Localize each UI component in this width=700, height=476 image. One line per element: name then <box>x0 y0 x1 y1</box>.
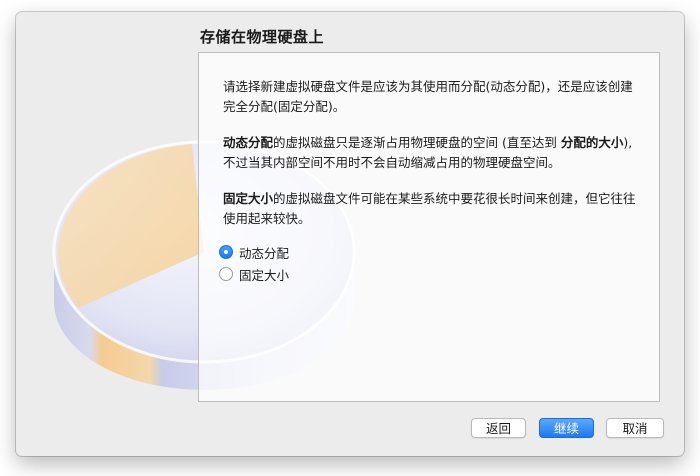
intro-text: 请选择新建虚拟硬盘文件是应该为其使用而分配(动态分配)，还是应该创建完全分配(固… <box>223 79 633 114</box>
dynamic-description: 动态分配的虚拟磁盘只是逐渐占用物理硬盘的空间 (直至达到 分配的大小), 不过当… <box>223 133 643 173</box>
dynamic-term: 动态分配 <box>223 135 274 150</box>
cancel-button[interactable]: 取消 <box>606 418 664 438</box>
allocated-size-term: 分配的大小 <box>560 135 624 150</box>
radio-fixed[interactable]: 固定大小 <box>219 265 289 283</box>
fixed-text: 的虚拟磁盘文件可能在某些系统中要花很长时间来创建，但它往往使用起来较快。 <box>223 191 636 226</box>
radio-selected-icon[interactable] <box>219 245 233 259</box>
radio-unselected-icon[interactable] <box>219 267 233 281</box>
continue-button[interactable]: 继续 <box>539 418 594 438</box>
back-button[interactable]: 返回 <box>471 418 526 438</box>
radio-dynamic-label[interactable]: 动态分配 <box>239 243 289 262</box>
dialog-window: 存储在物理硬盘上 请选择新建虚拟硬盘文件是应该为其使用而分配(动态分配)，还是应… <box>16 12 684 456</box>
fixed-term: 固定大小 <box>223 191 274 206</box>
radio-dynamic[interactable]: 动态分配 <box>219 243 289 261</box>
content-panel: 请选择新建虚拟硬盘文件是应该为其使用而分配(动态分配)，还是应该创建完全分配(固… <box>198 52 660 402</box>
dynamic-text-a: 的虚拟磁盘只是逐渐占用物理硬盘的空间 (直至达到 <box>273 135 561 150</box>
fixed-description: 固定大小的虚拟磁盘文件可能在某些系统中要花很长时间来创建，但它往往使用起来较快。 <box>223 189 643 229</box>
radio-fixed-label[interactable]: 固定大小 <box>239 265 289 284</box>
page-title: 存储在物理硬盘上 <box>200 28 325 46</box>
